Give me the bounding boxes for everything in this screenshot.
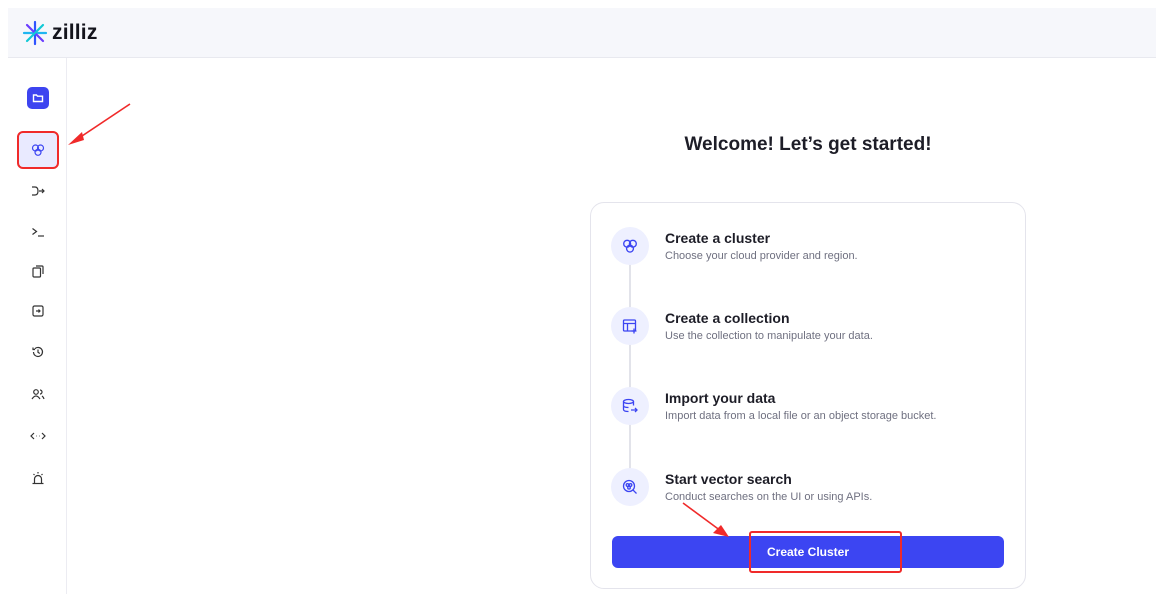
annotation-arrow-sidebar [68, 103, 131, 145]
users-icon [31, 389, 45, 400]
welcome-title: Welcome! Let’s get started! [684, 134, 932, 155]
sidebar-item-pipelines[interactable] [18, 175, 58, 207]
step-create-collection: Create a collection Use the collection t… [611, 307, 1011, 357]
history-icon [32, 346, 44, 358]
vector-search-icon [622, 479, 637, 494]
getting-started-card: Create a cluster Choose your cloud provi… [590, 202, 1026, 589]
database-import-icon [622, 398, 638, 413]
clusters-icon [623, 239, 637, 253]
step-description: Conduct searches on the UI or using APIs… [665, 491, 873, 503]
code-icon [30, 432, 46, 440]
logo-text: zilliz [52, 20, 98, 44]
copy-icon [32, 265, 44, 278]
step-description: Import data from a local file or an obje… [665, 410, 937, 422]
step-title: Import your data [665, 390, 776, 406]
step-icon-wrapper [611, 387, 649, 425]
import-icon [32, 305, 44, 317]
step-icon-wrapper [611, 468, 649, 506]
top-bar: zilliz [8, 8, 1156, 58]
sidebar-item-alerts[interactable] [18, 462, 58, 494]
steps-connector-line [629, 251, 631, 487]
zilliz-logo-icon [22, 20, 48, 45]
step-icon-wrapper [611, 227, 649, 265]
sidebar-item-clusters[interactable] [17, 131, 59, 169]
sidebar-item-backups[interactable] [18, 255, 58, 287]
sidebar-item-members[interactable] [18, 378, 58, 410]
sidebar [8, 58, 67, 594]
step-title: Start vector search [665, 471, 792, 487]
step-description: Choose your cloud provider and region. [665, 250, 858, 262]
sidebar-item-migrations[interactable] [18, 295, 58, 327]
sidebar-item-projects[interactable] [18, 82, 58, 114]
folder-icon [27, 87, 49, 109]
terminal-icon [32, 228, 44, 237]
create-cluster-button[interactable]: Create Cluster [612, 536, 1004, 568]
sidebar-item-cli[interactable] [18, 216, 58, 248]
collection-icon [622, 319, 637, 334]
step-title: Create a cluster [665, 230, 771, 246]
step-description: Use the collection to manipulate your da… [665, 330, 873, 342]
create-cluster-button-label: Create Cluster [766, 545, 850, 559]
step-import-data: Import your data Import data from a loca… [611, 387, 1011, 437]
sidebar-item-api-keys[interactable] [18, 420, 58, 452]
alarm-icon [32, 472, 44, 485]
clusters-icon [31, 144, 45, 156]
step-create-cluster: Create a cluster Choose your cloud provi… [611, 227, 1011, 277]
step-vector-search: Start vector search Conduct searches on … [611, 468, 1011, 518]
sidebar-item-activity[interactable] [18, 336, 58, 368]
step-title: Create a collection [665, 310, 790, 326]
pipeline-icon [32, 186, 45, 196]
zilliz-logo[interactable]: zilliz [22, 20, 98, 46]
step-icon-wrapper [611, 307, 649, 345]
